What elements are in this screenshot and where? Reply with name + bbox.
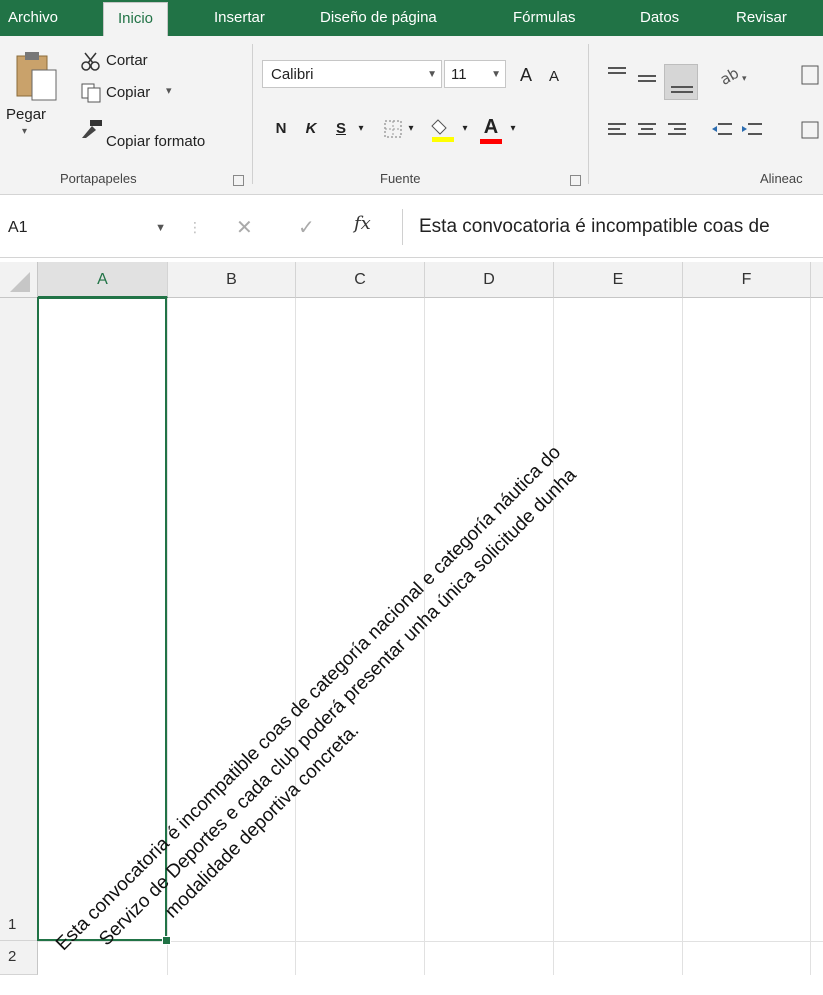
paste-dropdown-icon[interactable]: ▾ <box>22 126 27 137</box>
formula-bar: A1 ▼ ⋮ ✕ ✓ fx Esta convocatoria é incomp… <box>0 195 823 258</box>
column-header-b[interactable]: B <box>168 262 296 298</box>
font-size-dropdown[interactable]: 11 ▼ <box>444 60 506 88</box>
font-name-dropdown[interactable]: Calibri ▼ <box>262 60 442 88</box>
font-color-swatch <box>480 139 502 144</box>
svg-text:ab: ab <box>718 64 742 86</box>
decrease-indent-icon[interactable] <box>710 122 734 143</box>
insert-function-button[interactable]: fx <box>354 213 371 234</box>
fill-color-icon[interactable] <box>430 116 458 147</box>
alignment-group-label: Alineac <box>760 171 803 186</box>
copy-dropdown-icon[interactable]: ▾ <box>166 84 172 97</box>
cancel-icon[interactable]: ✕ <box>236 215 253 240</box>
font-size-value: 11 <box>451 66 467 83</box>
format-painter-icon[interactable] <box>80 118 104 145</box>
column-header-e[interactable]: E <box>554 262 683 298</box>
align-left-icon[interactable] <box>606 122 628 143</box>
cut-button[interactable]: Cortar <box>106 52 148 69</box>
clipboard-dialog-launcher-icon[interactable] <box>233 175 244 186</box>
underline-dropdown-icon[interactable]: ▾ <box>354 116 368 142</box>
font-dialog-launcher-icon[interactable] <box>570 175 581 186</box>
tab-insertar[interactable]: Insertar <box>214 0 265 36</box>
font-color-button[interactable]: A <box>478 114 504 140</box>
copy-icon[interactable] <box>80 82 102 109</box>
paste-icon[interactable] <box>14 48 60 109</box>
select-all-triangle-icon <box>10 272 30 292</box>
column-header-g[interactable] <box>811 262 823 298</box>
group-divider <box>252 44 253 184</box>
underline-button[interactable]: S <box>328 116 354 142</box>
tab-formulas[interactable]: Fórmulas <box>513 0 576 36</box>
tab-revisar[interactable]: Revisar <box>736 0 787 36</box>
paste-button[interactable]: Pegar <box>6 106 46 123</box>
ribbon-tab-bar: Archivo Inicio Insertar Diseño de página… <box>0 0 823 37</box>
tab-datos[interactable]: Datos <box>640 0 679 36</box>
borders-icon[interactable] <box>384 120 402 143</box>
cut-icon[interactable] <box>80 52 102 77</box>
column-header-f[interactable]: F <box>683 262 811 298</box>
grid-line <box>295 298 296 975</box>
grow-font-button[interactable]: A <box>512 62 540 88</box>
align-middle-icon[interactable] <box>636 72 658 93</box>
row-header-1[interactable]: 1 <box>0 298 38 941</box>
font-group-label: Fuente <box>380 171 421 186</box>
clipboard-group-label: Portapapeles <box>60 171 137 186</box>
borders-dropdown-icon[interactable]: ▾ <box>404 116 418 142</box>
chevron-down-icon[interactable]: ▼ <box>155 213 166 243</box>
orientation-icon[interactable]: ab ▾ <box>717 64 754 91</box>
formula-bar-splitter-icon[interactable]: ⋮ <box>188 219 202 236</box>
tab-diseno-de-pagina[interactable]: Diseño de página <box>320 0 437 36</box>
align-top-icon[interactable] <box>606 66 628 87</box>
grid-line <box>682 298 683 975</box>
grid-line <box>810 298 811 975</box>
bold-button[interactable]: N <box>268 116 294 142</box>
chevron-down-icon: ▼ <box>491 69 501 80</box>
wrap-text-icon[interactable] <box>800 64 820 91</box>
row-header-2[interactable]: 2 <box>0 941 38 975</box>
tab-inicio[interactable]: Inicio <box>103 2 169 37</box>
column-header-d[interactable]: D <box>425 262 554 298</box>
align-right-icon[interactable] <box>666 122 688 143</box>
tab-archivo[interactable]: Archivo <box>8 0 58 36</box>
merge-center-icon[interactable] <box>800 120 820 145</box>
name-box[interactable]: A1 ▼ <box>8 213 172 243</box>
select-all-corner[interactable] <box>0 262 38 298</box>
copy-button[interactable]: Copiar <box>106 84 150 101</box>
shrink-font-button[interactable]: A <box>542 64 566 90</box>
format-painter-button[interactable]: Copiar formato <box>106 133 205 150</box>
fill-color-dropdown-icon[interactable]: ▾ <box>458 116 472 142</box>
align-center-icon[interactable] <box>636 122 658 143</box>
column-header-c[interactable]: C <box>296 262 425 298</box>
grid-line <box>553 298 554 975</box>
increase-indent-icon[interactable] <box>740 122 764 143</box>
font-name-value: Calibri <box>271 66 314 83</box>
name-box-value: A1 <box>8 219 28 236</box>
chevron-down-icon: ▼ <box>427 69 437 80</box>
italic-button[interactable]: K <box>298 116 324 142</box>
ribbon: Pegar ▾ Cortar Copiar ▾ Copiar formato P… <box>0 36 823 195</box>
enter-check-icon[interactable]: ✓ <box>298 215 315 240</box>
column-header-a[interactable]: A <box>38 262 168 298</box>
font-color-dropdown-icon[interactable]: ▾ <box>506 116 520 142</box>
svg-text:▾: ▾ <box>742 73 747 83</box>
align-bottom-icon[interactable] <box>664 64 698 100</box>
formula-input[interactable]: Esta convocatoria é incompatible coas de <box>402 209 823 245</box>
group-divider <box>588 44 589 184</box>
